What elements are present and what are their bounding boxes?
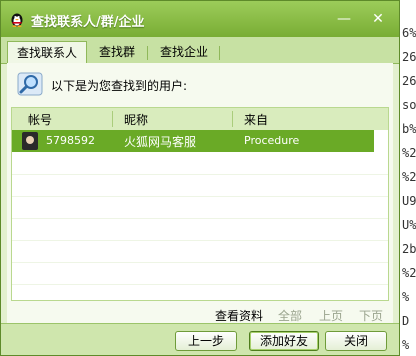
row-divider xyxy=(12,240,388,241)
column-header-nickname[interactable]: 昵称 xyxy=(124,111,148,128)
close-window-button[interactable]: ✕ xyxy=(369,10,387,28)
bg-text: % xyxy=(402,290,410,304)
window-title: 查找联系人/群/企业 xyxy=(31,15,145,30)
title-bar[interactable]: 查找联系人/群/企业 — ✕ xyxy=(1,1,399,37)
column-header-account[interactable]: 帐号 xyxy=(28,111,52,128)
column-divider xyxy=(232,111,233,127)
table-row[interactable]: 5798592 火狐网马客服 Procedure xyxy=(12,130,374,152)
prev-step-button[interactable]: 上一步 xyxy=(175,331,237,351)
tab-find-group[interactable]: 查找群 xyxy=(89,41,145,63)
row-divider xyxy=(12,218,388,219)
bg-text: b% xyxy=(402,122,416,136)
bg-text: 26 xyxy=(402,74,416,88)
bg-text: U% xyxy=(402,218,416,232)
bg-text: %2 xyxy=(402,170,416,184)
tab-find-contact[interactable]: 查找联系人 xyxy=(7,41,87,64)
penguin-icon xyxy=(11,13,23,27)
cell-nickname: 火狐网马客服 xyxy=(124,135,197,149)
add-friend-button[interactable]: 添加好友 xyxy=(249,331,319,351)
table-header: 帐号 昵称 来自 xyxy=(12,108,388,130)
bg-text: D xyxy=(402,314,410,328)
bg-text: 6% xyxy=(402,26,416,40)
find-contact-window: 查找联系人/群/企业 — ✕ 查找联系人 查找群 查找企业 以下是为您查找到的用… xyxy=(0,0,400,356)
row-divider xyxy=(12,262,388,263)
row-divider xyxy=(12,284,388,285)
bg-text: %2 xyxy=(402,266,416,280)
close-icon: ✕ xyxy=(372,11,384,27)
user-avatar xyxy=(22,132,38,150)
bg-text: 26 xyxy=(402,50,416,64)
next-page-link[interactable]: 下页 xyxy=(359,307,383,324)
results-panel: 以下是为您查找到的用户: 帐号 昵称 来自 5798592 火狐网马客服 Pro… xyxy=(7,63,393,323)
minimize-button[interactable]: — xyxy=(335,10,353,28)
tab-bar: 查找联系人 查找群 查找企业 xyxy=(1,37,399,64)
minimize-icon: — xyxy=(337,11,351,27)
column-header-from[interactable]: 来自 xyxy=(244,111,268,128)
tab-divider xyxy=(147,46,148,60)
row-divider xyxy=(12,174,388,175)
bg-text: U9 xyxy=(402,194,416,208)
magnifier-icon xyxy=(17,72,43,96)
column-divider xyxy=(112,111,113,127)
prev-page-link[interactable]: 上页 xyxy=(319,307,343,324)
results-table: 帐号 昵称 来自 5798592 火狐网马客服 Procedure xyxy=(11,107,389,301)
view-profile-link[interactable]: 查看资料 xyxy=(215,307,263,324)
bg-text: %2 xyxy=(402,146,416,160)
results-label: 以下是为您查找到的用户: xyxy=(51,79,188,93)
all-link[interactable]: 全部 xyxy=(278,307,302,324)
tab-divider xyxy=(219,46,220,60)
bg-text: so xyxy=(402,98,416,112)
row-divider xyxy=(12,196,388,197)
close-button[interactable]: 关闭 xyxy=(325,331,387,351)
tab-find-enterprise[interactable]: 查找企业 xyxy=(149,41,219,63)
background-window-strip: 6% 26 26 so b% %2 %2 U9 U% 2b %2 % D % xyxy=(400,0,416,356)
bg-text: % xyxy=(402,338,410,352)
cell-from: Procedure xyxy=(244,134,300,147)
cell-account: 5798592 xyxy=(46,134,95,147)
bg-text: 2b xyxy=(402,242,416,256)
